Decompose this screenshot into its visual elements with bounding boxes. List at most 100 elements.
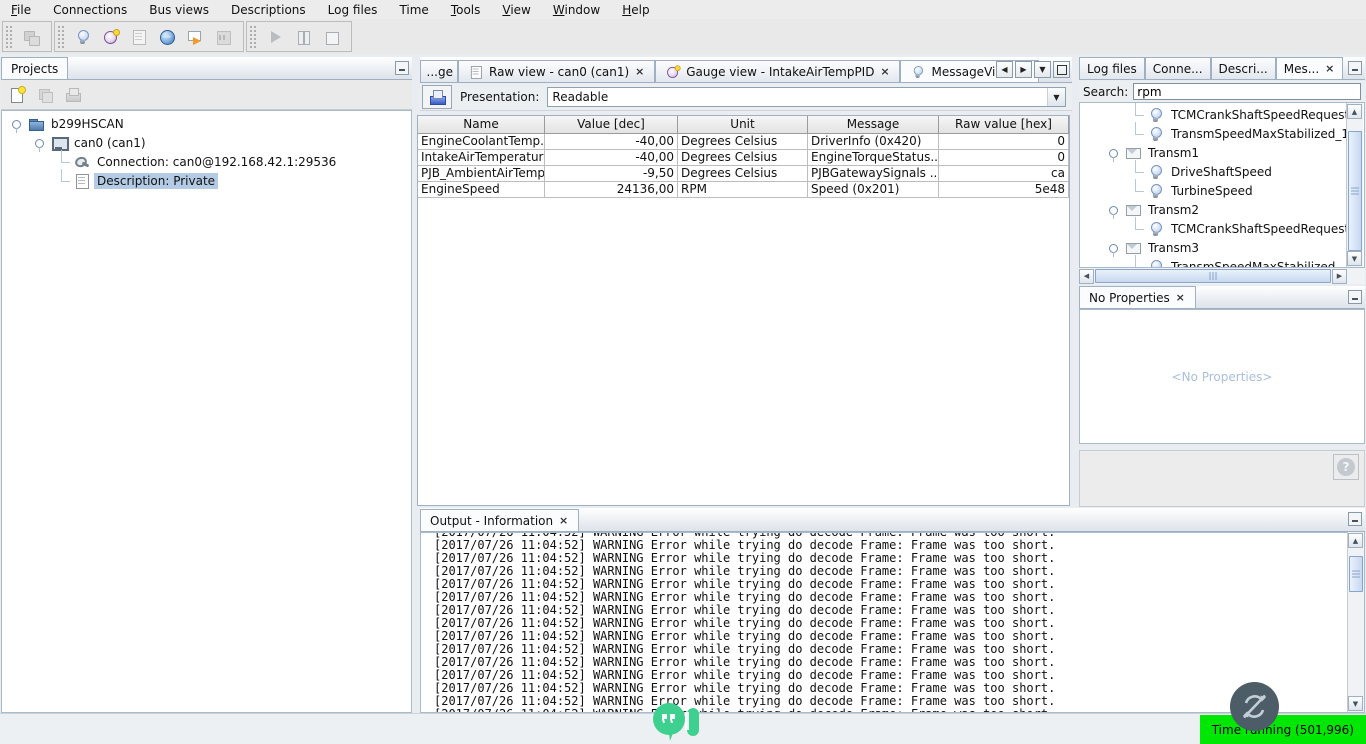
table-row[interactable]: PJB_AmbientAirTemp-9,50Degrees CelsiusPJ… <box>418 166 1069 182</box>
scroll-right-icon[interactable] <box>1332 269 1347 284</box>
close-icon[interactable] <box>558 514 569 527</box>
scroll-tabs-right-button[interactable] <box>1015 61 1032 78</box>
tree-handle[interactable] <box>56 155 70 169</box>
menu-item[interactable]: Bus views <box>138 2 220 18</box>
maximize-button[interactable] <box>1053 61 1070 78</box>
tree-handle[interactable] <box>1107 203 1121 217</box>
tab-list-button[interactable] <box>1034 61 1051 78</box>
tree-handle[interactable] <box>1130 260 1144 269</box>
tree-handle[interactable] <box>56 174 70 188</box>
minimize-button[interactable] <box>1348 512 1362 526</box>
tab-no-properties[interactable]: No Properties <box>1079 286 1196 308</box>
log-file-button[interactable] <box>125 24 153 50</box>
editor-tab[interactable]: Raw view - can0 (can1) <box>458 60 655 82</box>
table-row[interactable]: EngineCoolantTemp...-40,00Degrees Celsiu… <box>418 134 1069 150</box>
tree-row[interactable]: Transm1 <box>1080 143 1364 162</box>
vertical-scrollbar[interactable] <box>1346 103 1363 267</box>
scroll-up-icon[interactable] <box>1347 104 1362 119</box>
column-header[interactable]: Name <box>418 116 545 134</box>
scroll-up-icon[interactable] <box>1348 533 1363 548</box>
tree-handle[interactable] <box>1130 108 1144 122</box>
stop-button[interactable] <box>317 24 345 50</box>
right-tab[interactable]: Mes... <box>1276 57 1343 79</box>
pause-button[interactable] <box>289 24 317 50</box>
tree-row[interactable]: TransmSpeedMaxStabilized <box>1080 257 1364 268</box>
tab-output-information[interactable]: Output - Information <box>420 509 579 531</box>
minimize-button[interactable] <box>395 61 409 75</box>
tab-projects[interactable]: Projects <box>1 57 68 79</box>
right-tab[interactable]: Descri... <box>1211 57 1276 79</box>
column-header[interactable]: Unit <box>678 116 808 134</box>
scroll-down-icon[interactable] <box>1348 696 1363 711</box>
menu-item[interactable]: Time <box>388 2 439 18</box>
tree-handle[interactable] <box>10 117 24 131</box>
tree-handle[interactable] <box>1107 241 1121 255</box>
statistics-button[interactable] <box>209 24 237 50</box>
tree-row[interactable]: TCMCrankShaftSpeedRequest <box>1080 105 1364 124</box>
close-icon[interactable] <box>1175 291 1186 304</box>
menu-item[interactable]: Tools <box>440 2 492 18</box>
right-tab[interactable]: Conne... <box>1145 57 1211 79</box>
minimize-button[interactable] <box>1348 290 1362 304</box>
menu-item[interactable]: Descriptions <box>220 2 317 18</box>
close-icon[interactable] <box>634 65 645 78</box>
print-button[interactable] <box>60 83 86 107</box>
horizontal-scrollbar[interactable] <box>1079 268 1365 284</box>
vertical-scrollbar[interactable] <box>1347 532 1364 712</box>
play-button[interactable] <box>261 24 289 50</box>
tree-row[interactable]: b299HSCAN <box>2 114 411 133</box>
gauge-view-button[interactable] <box>97 24 125 50</box>
tree-row[interactable]: TCMCrankShaftSpeedRequest_1 <box>1080 219 1364 238</box>
scrollbar-thumb[interactable] <box>1095 269 1331 283</box>
tree-handle[interactable] <box>1130 184 1144 198</box>
connect-button[interactable] <box>17 24 45 50</box>
minimize-button[interactable] <box>1348 61 1362 75</box>
menu-item[interactable]: Connections <box>42 2 138 18</box>
tree-handle[interactable] <box>1130 222 1144 236</box>
menu-item[interactable]: File <box>0 2 42 18</box>
scrollbar-thumb[interactable] <box>1349 556 1363 592</box>
tree-row[interactable]: TransmSpeedMaxStabilized_1 <box>1080 124 1364 143</box>
column-header[interactable]: Message <box>808 116 939 134</box>
drag-handle-icon[interactable] <box>5 25 13 49</box>
right-tab[interactable]: Log files <box>1079 57 1145 79</box>
editor-tab[interactable]: Gauge view - IntakeAirTempPID <box>655 60 900 82</box>
close-icon[interactable] <box>1324 62 1335 75</box>
scroll-tabs-left-button[interactable] <box>996 61 1013 78</box>
tree-handle[interactable] <box>1130 165 1144 179</box>
drag-handle-icon[interactable] <box>249 25 257 49</box>
print-view-button[interactable] <box>422 85 452 109</box>
chevron-down-icon[interactable] <box>1047 88 1065 106</box>
connections-button[interactable] <box>153 24 181 50</box>
output-log[interactable]: [2017/07/26 11:04:52] WARNING Error whil… <box>420 532 1365 713</box>
presentation-combobox[interactable]: Readable <box>547 87 1066 107</box>
tree-handle[interactable] <box>33 136 47 150</box>
table-row[interactable]: EngineSpeed24136,00RPMSpeed (0x201)5e48 <box>418 182 1069 198</box>
tree-handle[interactable] <box>1107 146 1121 160</box>
tree-row[interactable]: Transm3 <box>1080 238 1364 257</box>
tree-row[interactable]: Description: Private <box>2 171 411 190</box>
menu-item[interactable]: View <box>491 2 541 18</box>
chat-notification-icon[interactable] <box>651 702 699 744</box>
search-input[interactable] <box>1133 83 1361 100</box>
close-icon[interactable] <box>879 65 890 78</box>
menu-item[interactable]: Window <box>542 2 611 18</box>
column-header[interactable]: Raw value [hex] <box>939 116 1069 134</box>
table-row[interactable]: IntakeAirTemperature-40,00Degrees Celsiu… <box>418 150 1069 166</box>
menu-item[interactable]: Help <box>611 2 660 18</box>
tree-row[interactable]: TurbineSpeed <box>1080 181 1364 200</box>
message-view-button[interactable] <box>69 24 97 50</box>
help-button[interactable] <box>1333 454 1359 480</box>
sync-disabled-button[interactable] <box>1229 681 1280 732</box>
tree-row[interactable]: Transm2 <box>1080 200 1364 219</box>
column-header[interactable]: Value [dec] <box>545 116 678 134</box>
scroll-down-icon[interactable] <box>1347 251 1362 266</box>
send-frame-button[interactable] <box>181 24 209 50</box>
editor-tab[interactable]: ...ge <box>420 60 458 82</box>
scrollbar-thumb[interactable] <box>1348 131 1362 251</box>
drag-handle-icon[interactable] <box>57 25 65 49</box>
tree-handle[interactable] <box>1130 127 1144 141</box>
menu-item[interactable]: Log files <box>317 2 389 18</box>
scroll-left-icon[interactable] <box>1079 269 1094 284</box>
copy-button[interactable] <box>32 83 58 107</box>
